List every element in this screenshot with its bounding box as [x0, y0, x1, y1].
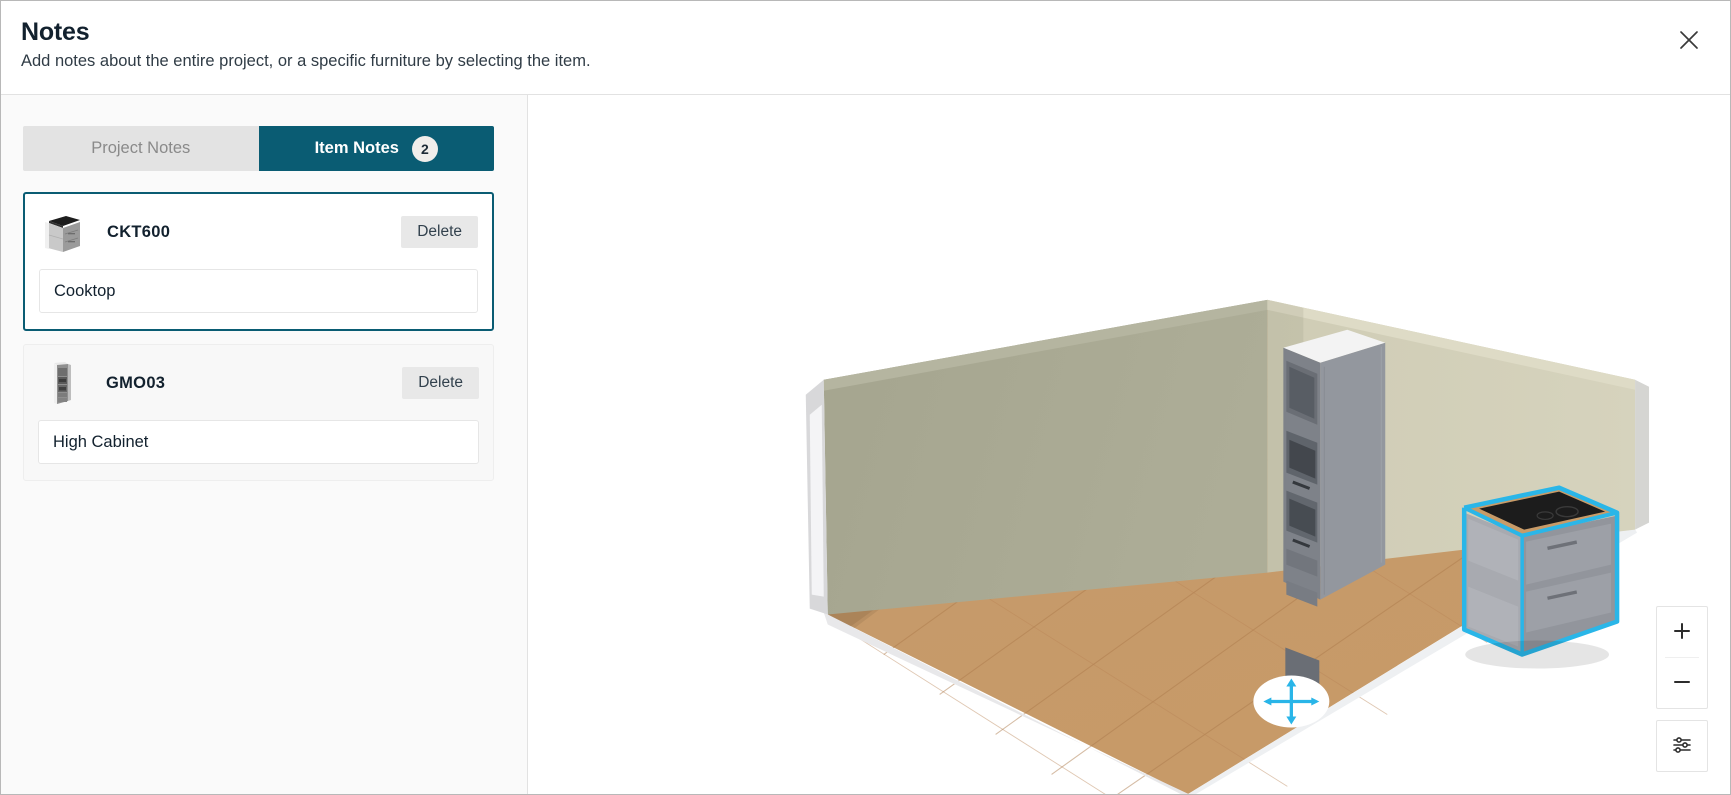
note-card-ckt600[interactable]: CKT600 Delete: [23, 192, 494, 331]
tab-item-notes[interactable]: Item Notes 2: [258, 126, 494, 171]
zoom-in-button[interactable]: [1657, 607, 1707, 657]
sliders-icon: [1671, 735, 1693, 758]
close-button[interactable]: [1672, 23, 1706, 57]
page-subtitle: Add notes about the entire project, or a…: [21, 52, 591, 70]
zoom-control-group: [1656, 606, 1708, 709]
close-icon: [1677, 28, 1701, 52]
note-item-code: GMO03: [106, 373, 166, 392]
dialog-body: Project Notes Item Notes 2 CKT600 Delete…: [1, 95, 1730, 794]
view-settings-button[interactable]: [1656, 720, 1708, 772]
tab-project-notes[interactable]: Project Notes: [23, 126, 259, 171]
selected-base-cabinet-3d: [1461, 485, 1620, 657]
note-text-input-gmo03[interactable]: [38, 420, 479, 464]
move-arrows-icon: [1253, 675, 1330, 728]
notes-dialog: Notes Add notes about the entire project…: [0, 0, 1731, 795]
tall-oven-cabinet-thumbnail: [38, 359, 84, 407]
notes-tabs: Project Notes Item Notes 2: [23, 126, 494, 171]
3d-room-scene: [805, 299, 1650, 794]
base-cabinet-cooktop-thumbnail: [39, 208, 85, 256]
page-title: Notes: [21, 18, 90, 46]
item-notes-count-badge: 2: [411, 135, 438, 162]
note-card-header: CKT600 Delete: [39, 207, 478, 257]
tab-project-notes-label: Project Notes: [91, 139, 191, 157]
note-card-header: GMO03 Delete: [38, 358, 479, 408]
zoom-out-button[interactable]: [1657, 658, 1707, 708]
minus-icon: [1672, 672, 1692, 695]
note-card-list: CKT600 Delete Cooktop GMO03 Delete High …: [23, 192, 505, 481]
plus-icon: [1672, 621, 1692, 644]
delete-note-button-ckt600[interactable]: Delete: [401, 216, 478, 248]
tab-item-notes-label: Item Notes: [314, 139, 399, 157]
note-text-input-ckt600[interactable]: [39, 269, 478, 313]
dialog-header: Notes Add notes about the entire project…: [1, 1, 1730, 95]
note-item-code: CKT600: [107, 222, 171, 241]
note-card-gmo03[interactable]: GMO03 Delete: [23, 344, 494, 481]
3d-viewport[interactable]: [528, 95, 1730, 794]
notes-sidebar: Project Notes Item Notes 2 CKT600 Delete…: [1, 95, 528, 794]
viewport-controls: [1656, 606, 1708, 772]
delete-note-button-gmo03[interactable]: Delete: [402, 367, 479, 399]
